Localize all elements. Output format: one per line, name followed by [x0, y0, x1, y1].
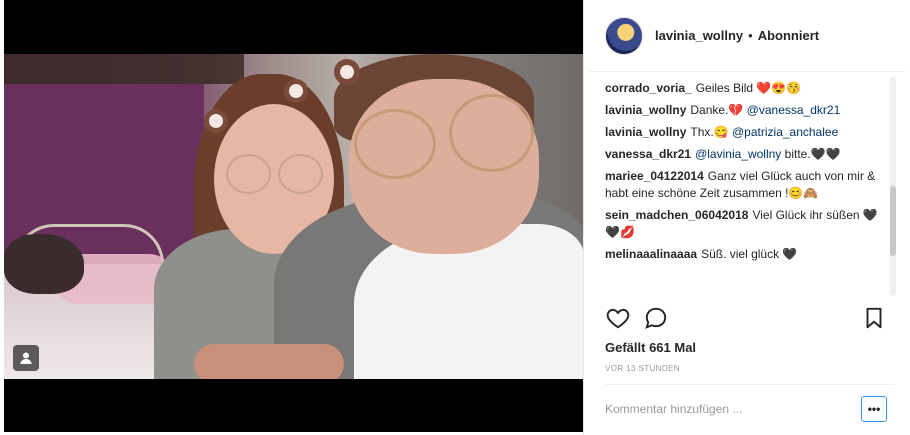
- speech-bubble-icon: [645, 307, 667, 329]
- tagged-user-icon[interactable]: [13, 345, 39, 371]
- comment-item: mariee_04122014 Ganz viel Glück auch von …: [605, 168, 887, 202]
- comment-input[interactable]: [605, 397, 845, 421]
- comment-username[interactable]: lavinia_wollny: [605, 125, 686, 139]
- comment-item: melinaaalinaaaa Süß. viel glück 🖤: [605, 246, 887, 263]
- follow-button[interactable]: Abonniert: [758, 28, 819, 43]
- divider: [605, 384, 895, 385]
- action-bar: [605, 305, 887, 335]
- comment-item: lavinia_wollny Thx.😋 @patrizia_anchalee: [605, 124, 887, 141]
- comment-username[interactable]: corrado_voria_: [605, 81, 692, 95]
- save-button[interactable]: [861, 305, 887, 331]
- comment-item: corrado_voria_ Geiles Bild ❤️😍😚: [605, 80, 887, 97]
- post-header: lavinia_wollny • Abonniert: [589, 0, 905, 72]
- more-options-button[interactable]: •••: [861, 396, 887, 422]
- header-separator: •: [748, 28, 753, 43]
- bookmark-icon: [866, 307, 882, 329]
- avatar[interactable]: [605, 16, 643, 55]
- heart-icon: [606, 308, 630, 329]
- like-count[interactable]: Gefällt 661 Mal: [605, 340, 696, 355]
- post-media: [4, 0, 584, 432]
- scrollbar-thumb[interactable]: [890, 186, 896, 256]
- comment-username[interactable]: vanessa_dkr21: [605, 147, 691, 161]
- post-sidebar: lavinia_wollny • Abonniert corrado_voria…: [589, 0, 905, 435]
- comment-text: Süß. viel glück 🖤: [701, 247, 798, 261]
- comment-username[interactable]: lavinia_wollny: [605, 103, 686, 117]
- comment-text: Danke.💔: [690, 103, 747, 117]
- comment-item: lavinia_wollny Danke.💔 @vanessa_dkr21: [605, 102, 887, 119]
- comment-button[interactable]: [643, 305, 669, 331]
- comment-username[interactable]: melinaaalinaaaa: [605, 247, 697, 261]
- post-photo[interactable]: [4, 54, 584, 379]
- comment-text: Geiles Bild ❤️😍😚: [695, 81, 802, 95]
- comment-mention[interactable]: @vanessa_dkr21: [747, 103, 841, 117]
- comment-username[interactable]: mariee_04122014: [605, 169, 704, 183]
- comment-scrollbar[interactable]: [890, 76, 896, 296]
- comment-item: vanessa_dkr21 @lavinia_wollny bitte.🖤🖤: [605, 146, 887, 163]
- post-username[interactable]: lavinia_wollny: [655, 28, 743, 43]
- comment-text: Thx.😋: [690, 125, 732, 139]
- comment-username[interactable]: sein_madchen_06042018: [605, 208, 748, 222]
- post-timestamp[interactable]: VOR 13 STUNDEN: [605, 364, 680, 373]
- comment-text: bitte.🖤🖤: [781, 147, 841, 161]
- comment-mention[interactable]: @patrizia_anchalee: [732, 125, 838, 139]
- comment-list[interactable]: corrado_voria_ Geiles Bild ❤️😍😚 lavinia_wo…: [605, 80, 887, 296]
- like-button[interactable]: [605, 305, 631, 331]
- comment-mention[interactable]: @lavinia_wollny: [695, 147, 781, 161]
- comment-item: sein_madchen_06042018 Viel Glück ihr süße…: [605, 207, 887, 241]
